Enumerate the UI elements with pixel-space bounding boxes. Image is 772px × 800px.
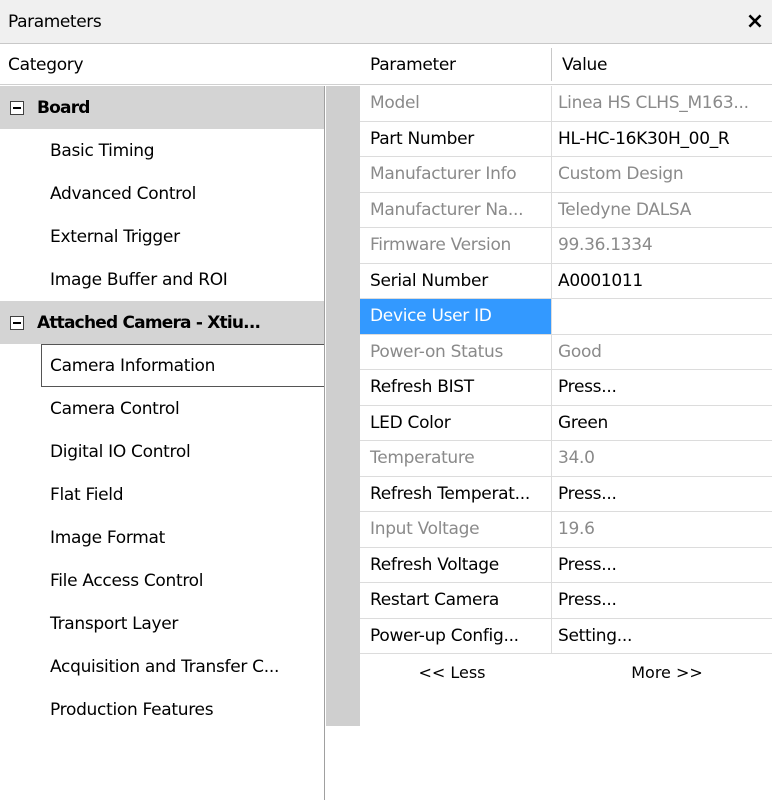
table-row[interactable]: Refresh BIST Press...: [360, 370, 772, 406]
category-item-basic-timing[interactable]: Basic Timing: [0, 129, 324, 172]
more-button[interactable]: More >>: [552, 654, 772, 690]
parameter-name: LED Color: [360, 405, 552, 440]
table-row[interactable]: Device User ID: [360, 299, 772, 335]
category-group-attached-camera[interactable]: Attached Camera - Xtiu...: [0, 301, 324, 344]
parameter-value[interactable]: A0001011: [552, 264, 772, 299]
parameter-value[interactable]: 34.0: [552, 441, 772, 476]
category-item-digital-io-control[interactable]: Digital IO Control: [0, 430, 324, 473]
column-header-row: Category Parameter Value: [0, 44, 772, 85]
table-row[interactable]: Part Number HL-HC-16K30H_00_R: [360, 121, 772, 157]
category-group-label: Board: [37, 97, 90, 118]
category-item-image-format[interactable]: Image Format: [0, 516, 324, 559]
parameter-name: Temperature: [360, 441, 552, 476]
category-group-board[interactable]: Board: [0, 86, 324, 129]
category-group-label: Attached Camera - Xtiu...: [37, 312, 261, 333]
parameter-name: Power-on Status: [360, 334, 552, 369]
table-row[interactable]: Serial Number A0001011: [360, 263, 772, 299]
window-titlebar: Parameters ×: [0, 0, 772, 44]
parameter-column-header[interactable]: Parameter: [370, 44, 456, 85]
parameter-value[interactable]: 19.6: [552, 512, 772, 547]
more-less-row: << Less More >>: [360, 654, 772, 690]
table-row[interactable]: LED Color Green: [360, 405, 772, 441]
table-row[interactable]: Power-on Status Good: [360, 334, 772, 370]
parameter-value[interactable]: Setting...: [552, 619, 772, 654]
parameter-value[interactable]: 99.36.1334: [552, 228, 772, 263]
category-tree: Board Basic Timing Advanced Control Exte…: [0, 86, 325, 800]
parameter-name: Serial Number: [360, 263, 552, 298]
category-item-advanced-control[interactable]: Advanced Control: [0, 172, 324, 215]
parameter-name: Refresh Voltage: [360, 547, 552, 582]
category-item-transport-layer[interactable]: Transport Layer: [0, 602, 324, 645]
table-row[interactable]: Firmware Version 99.36.1334: [360, 228, 772, 264]
parameter-table: Model Linea HS CLHS_M163... Part Number HL…: [360, 86, 772, 690]
parameter-name: Restart Camera: [360, 583, 552, 618]
close-icon[interactable]: ×: [740, 7, 770, 37]
parameter-value[interactable]: Press...: [552, 477, 772, 512]
less-button[interactable]: << Less: [360, 654, 552, 690]
table-row[interactable]: Manufacturer Na... Teledyne DALSA: [360, 192, 772, 228]
table-row[interactable]: Input Voltage 19.6: [360, 512, 772, 548]
parameter-name: Power-up Config...: [360, 618, 552, 653]
parameter-name: Manufacturer Info: [360, 157, 552, 192]
parameter-name: Manufacturer Na...: [360, 192, 552, 227]
window-title: Parameters: [8, 11, 102, 32]
value-column-header[interactable]: Value: [562, 44, 607, 85]
collapse-icon[interactable]: [10, 315, 24, 330]
parameter-value[interactable]: Press...: [552, 548, 772, 583]
category-item-acquisition-transfer[interactable]: Acquisition and Transfer C...: [0, 645, 324, 688]
parameter-value[interactable]: Good: [552, 335, 772, 370]
parameter-name: Refresh Temperat...: [360, 476, 552, 511]
table-row[interactable]: Refresh Voltage Press...: [360, 547, 772, 583]
category-item-flat-field[interactable]: Flat Field: [0, 473, 324, 516]
parameter-value[interactable]: Teledyne DALSA: [552, 193, 772, 228]
parameter-value[interactable]: Press...: [552, 583, 772, 618]
table-row[interactable]: Refresh Temperat... Press...: [360, 476, 772, 512]
parameter-value[interactable]: Custom Design: [552, 157, 772, 192]
parameter-value[interactable]: [552, 299, 772, 334]
parameter-name: Input Voltage: [360, 512, 552, 547]
table-row[interactable]: Power-up Config... Setting...: [360, 618, 772, 654]
category-item-production-features[interactable]: Production Features: [0, 688, 324, 731]
category-item-image-buffer-roi[interactable]: Image Buffer and ROI: [0, 258, 324, 301]
collapse-icon[interactable]: [10, 100, 24, 115]
parameter-value[interactable]: Green: [552, 406, 772, 441]
parameter-value[interactable]: Linea HS CLHS_M163...: [552, 86, 772, 121]
parameter-name: Firmware Version: [360, 228, 552, 263]
parameter-name: Part Number: [360, 121, 552, 156]
category-item-file-access-control[interactable]: File Access Control: [0, 559, 324, 602]
parameter-name: Model: [360, 86, 552, 121]
table-row[interactable]: Model Linea HS CLHS_M163...: [360, 86, 772, 122]
category-item-camera-control[interactable]: Camera Control: [0, 387, 324, 430]
table-row[interactable]: Restart Camera Press...: [360, 583, 772, 619]
parameter-value[interactable]: Press...: [552, 370, 772, 405]
table-row[interactable]: Temperature 34.0: [360, 441, 772, 477]
row-selector-gutter: [326, 86, 360, 726]
table-row[interactable]: Manufacturer Info Custom Design: [360, 157, 772, 193]
category-item-camera-information[interactable]: Camera Information: [41, 344, 324, 387]
category-item-external-trigger[interactable]: External Trigger: [0, 215, 324, 258]
column-divider[interactable]: [551, 48, 552, 81]
parameter-name: Refresh BIST: [360, 370, 552, 405]
parameter-name: Device User ID: [360, 299, 552, 334]
parameter-value[interactable]: HL-HC-16K30H_00_R: [552, 122, 772, 157]
category-column-header: Category: [8, 54, 84, 75]
